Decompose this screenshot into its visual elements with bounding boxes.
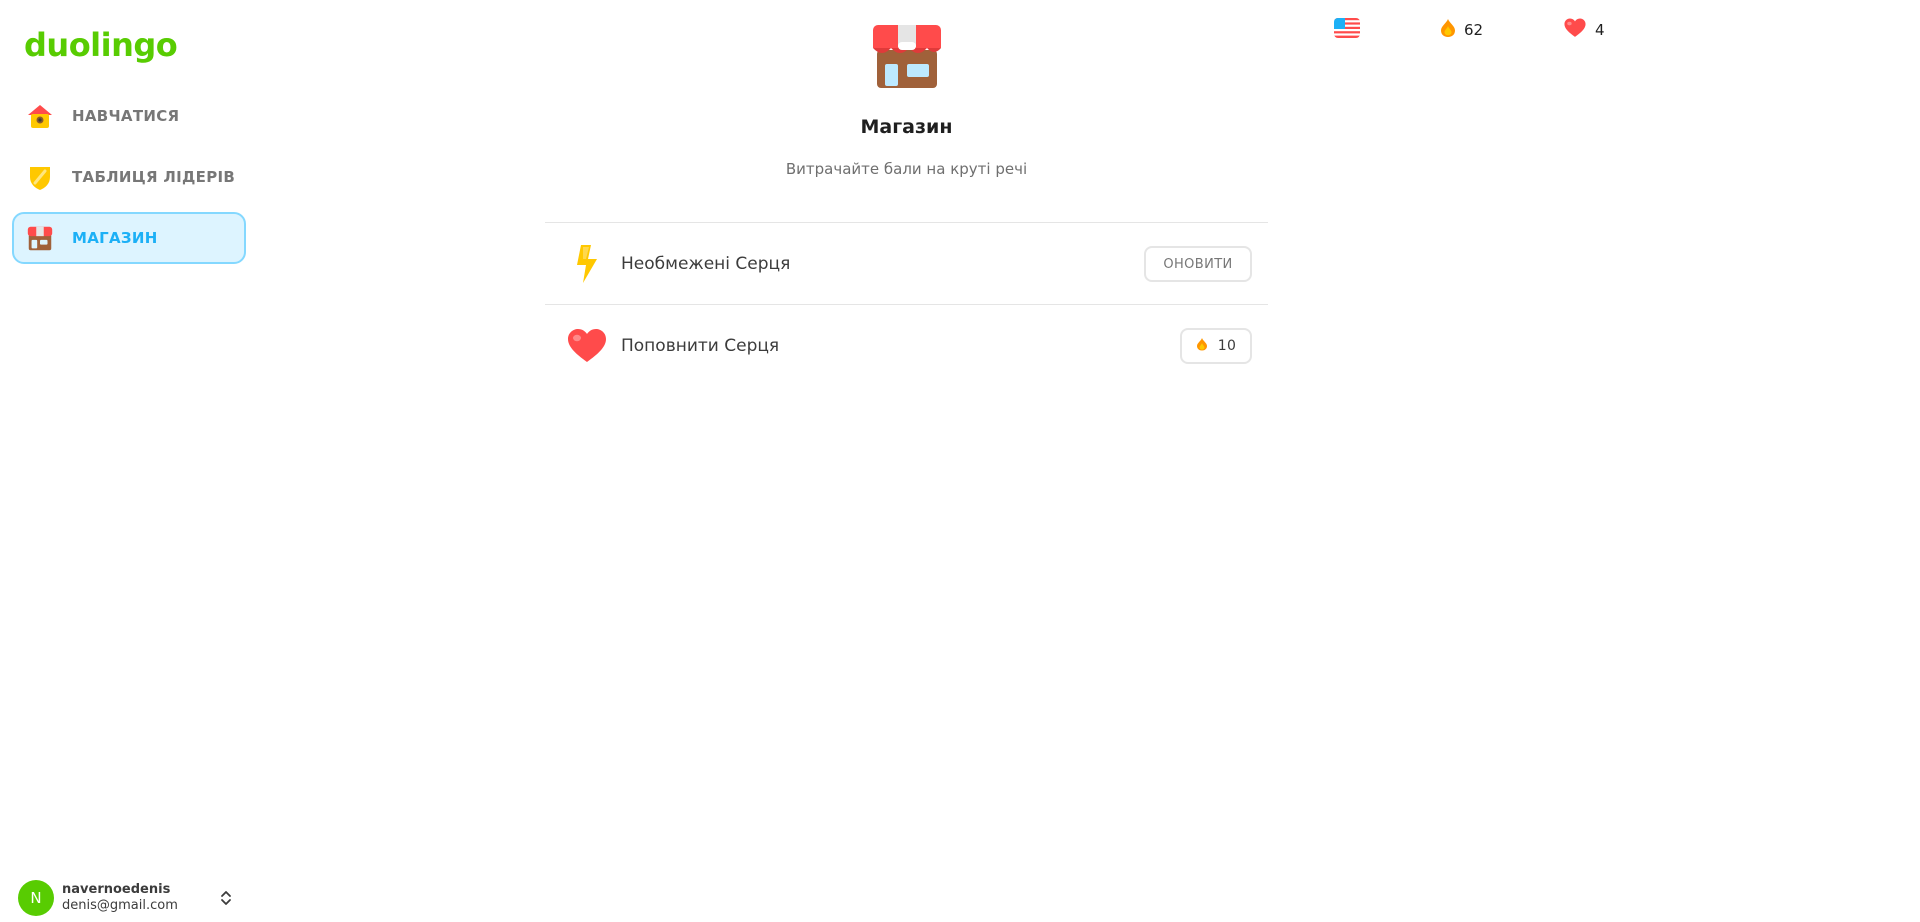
duolingo-logo[interactable]: duolingo xyxy=(24,26,178,64)
lightning-icon xyxy=(565,242,609,286)
refill-hearts-buy-button[interactable]: 10 xyxy=(1180,328,1252,364)
shop-item-label: Поповнити Серця xyxy=(621,336,780,356)
sidebar-item-label: МАГАЗИН xyxy=(72,229,158,247)
price-value: 10 xyxy=(1217,338,1237,354)
upgrade-button[interactable]: ОНОВИТИ xyxy=(1144,246,1252,282)
gem-icon xyxy=(1440,18,1456,42)
shop-item-refill-hearts: Поповнити Серця 10 xyxy=(545,305,1268,387)
shop-icon xyxy=(871,24,943,90)
sidebar-item-learn[interactable]: НАВЧАТИСЯ xyxy=(12,90,246,142)
heart-icon xyxy=(1563,18,1587,42)
gem-icon xyxy=(1196,337,1208,355)
heart-icon xyxy=(565,324,609,368)
shop-item-unlimited-hearts: Необмежені Серця ОНОВИТИ xyxy=(545,223,1268,305)
account-email: denis@gmail.com xyxy=(62,898,178,913)
hearts-counter[interactable]: 4 xyxy=(1563,18,1605,42)
home-icon xyxy=(24,100,56,132)
sidebar: duolingo НАВЧАТИСЯ ТАБЛИЦЯ ЛІДЕРІВ МАГАЗ… xyxy=(0,0,256,922)
page-title: Магазин xyxy=(860,116,953,138)
hearts-count: 4 xyxy=(1595,21,1605,39)
sidebar-nav: НАВЧАТИСЯ ТАБЛИЦЯ ЛІДЕРІВ МАГАЗИН xyxy=(12,90,246,273)
shop-icon xyxy=(24,222,56,254)
leaderboard-shield-icon xyxy=(24,161,56,193)
sidebar-item-leaderboard[interactable]: ТАБЛИЦЯ ЛІДЕРІВ xyxy=(12,151,246,203)
us-flag-icon xyxy=(1334,18,1360,42)
page-subtitle: Витрачайте бали на круті речі xyxy=(785,160,1028,178)
gems-counter[interactable]: 62 xyxy=(1440,18,1483,42)
sidebar-item-shop[interactable]: МАГАЗИН xyxy=(12,212,246,264)
avatar: N xyxy=(18,880,54,916)
sidebar-item-label: НАВЧАТИСЯ xyxy=(72,107,180,125)
account-switcher[interactable]: N navernoedenis denis@gmail.com xyxy=(18,880,244,916)
gems-count: 62 xyxy=(1464,21,1484,39)
account-info: navernoedenis denis@gmail.com xyxy=(62,882,178,914)
language-selector[interactable] xyxy=(1334,18,1360,42)
shop-items-list: Необмежені Серця ОНОВИТИ Поповнити Серця xyxy=(545,222,1268,387)
shop-item-label: Необмежені Серця xyxy=(621,253,791,274)
account-username: navernoedenis xyxy=(62,882,171,897)
sidebar-item-label: ТАБЛИЦЯ ЛІДЕРІВ xyxy=(72,168,236,186)
chevron-up-down-icon[interactable] xyxy=(216,888,236,908)
